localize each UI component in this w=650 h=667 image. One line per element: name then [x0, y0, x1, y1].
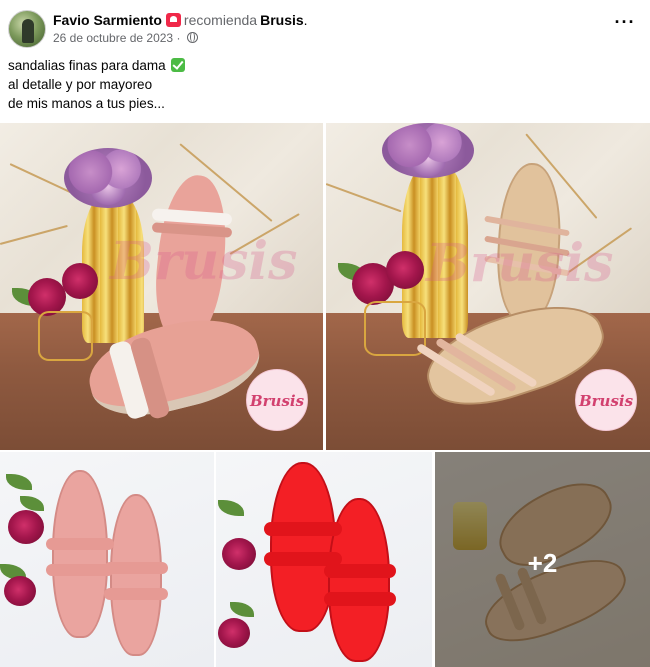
check-mark-icon [171, 58, 186, 72]
pink-slide-left [52, 470, 108, 638]
sandal-strap [324, 592, 396, 606]
recommends-label: recomienda [183, 12, 258, 28]
page-name-link[interactable]: Brusis [260, 12, 304, 28]
post-text-line-1: sandalias finas para dama [8, 56, 186, 75]
sandal-strap [104, 588, 168, 600]
rose [222, 538, 256, 570]
post-date[interactable]: 26 de octubre de 2023 [53, 31, 173, 45]
rose [4, 576, 36, 606]
brand-logo-text: Brusis [249, 392, 305, 410]
post-text-line-1-text: sandalias finas para dama [8, 58, 166, 73]
pink-slide-right [110, 494, 162, 656]
brand-logo-badge: Brusis [575, 369, 637, 431]
author-name[interactable]: Favio Sarmiento [53, 12, 162, 28]
recommend-icon [165, 13, 181, 27]
post-header: Favio Sarmiento recomienda Brusis. 26 de o… [0, 0, 650, 52]
gold-stand [38, 311, 93, 361]
brand-logo-text: Brusis [578, 392, 634, 410]
brand-watermark: Brusis [110, 231, 298, 292]
post-text-line-3: de mis manos a tus pies... [8, 96, 165, 111]
photo-red-slides[interactable] [216, 452, 432, 667]
hydrangea-flowers [382, 123, 474, 178]
photo-pink-slides[interactable] [0, 452, 214, 667]
post-timestamp: 26 de octubre de 2023 · [53, 31, 198, 45]
photo-pink-platform-sandals[interactable]: Brusis Brusis [0, 123, 323, 450]
rose [62, 263, 98, 299]
post-text-line-2: al detalle y por mayoreo [8, 77, 153, 92]
brand-logo-badge: Brusis [246, 369, 308, 431]
rose [386, 251, 424, 289]
sandal-strap [46, 538, 114, 550]
brand-watermark: Brusis [426, 233, 614, 294]
more-options-button[interactable]: ··· [614, 13, 636, 38]
sandal-strap [264, 522, 342, 536]
photo-rose-gold-sandals[interactable]: Brusis Brusis [326, 123, 650, 450]
more-photos-count[interactable]: +2 [435, 548, 650, 579]
sandal-strap [104, 562, 168, 574]
author-avatar[interactable] [8, 10, 46, 48]
date-separator: · [176, 31, 181, 45]
rose [8, 510, 44, 544]
hydrangea-flowers [64, 148, 152, 208]
period-text: . [303, 12, 308, 28]
globe-icon[interactable] [186, 32, 198, 43]
post-text: sandalias finas para dama al detalle y p… [8, 56, 186, 113]
rose [218, 618, 250, 648]
sandal-strap [324, 564, 396, 578]
photo-gold-sandals-more[interactable]: +2 [435, 452, 650, 667]
red-slide-left [270, 462, 336, 632]
author-line: Favio Sarmiento recomienda Brusis. [53, 12, 308, 28]
